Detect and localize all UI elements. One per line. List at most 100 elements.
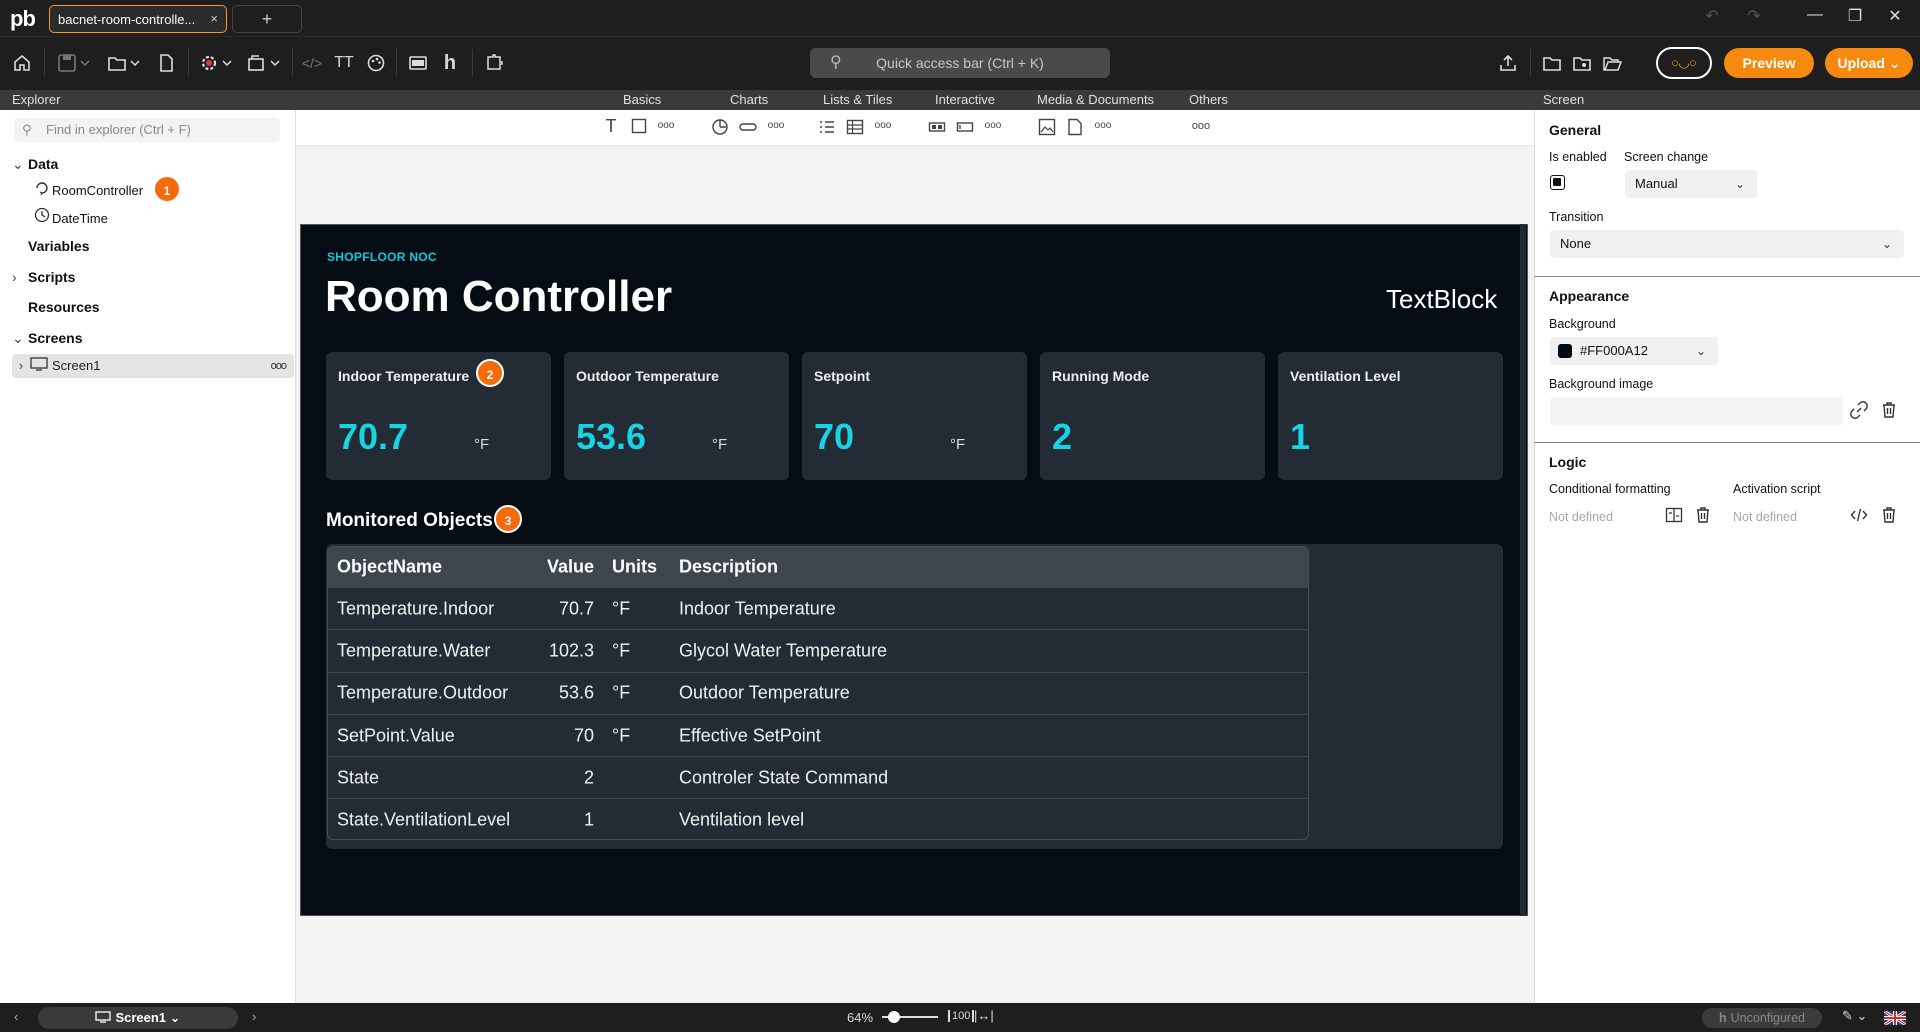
tree-section-resources[interactable]: Resources xyxy=(12,299,100,315)
more-lists-icon[interactable]: ooo xyxy=(870,120,896,131)
column-header[interactable]: ObjectName xyxy=(337,557,442,578)
background-color-select[interactable]: #FF000A12 ⌄ xyxy=(1550,337,1718,365)
tab-media-documents[interactable]: Media & Documents xyxy=(1037,92,1154,107)
tab-charts[interactable]: Charts xyxy=(730,92,768,107)
settings-alert-icon[interactable] xyxy=(196,49,236,77)
home-icon[interactable] xyxy=(8,49,36,77)
tab-close-icon[interactable]: × xyxy=(210,11,218,26)
table-widget-icon[interactable] xyxy=(842,116,868,141)
new-file-icon[interactable] xyxy=(152,49,180,77)
tab-lists-tiles[interactable]: Lists & Tiles xyxy=(823,92,892,107)
tab-basics[interactable]: Basics xyxy=(623,92,661,107)
tree-section-data[interactable]: ⌄ Data xyxy=(12,156,58,173)
list-widget-icon[interactable] xyxy=(814,116,840,141)
zoom-slider-thumb[interactable] xyxy=(888,1011,900,1023)
gauge-chart-icon[interactable] xyxy=(707,116,733,141)
tree-section-screens[interactable]: ⌄ Screens xyxy=(12,330,82,347)
plugin-icon[interactable] xyxy=(480,49,508,77)
h-integration-icon[interactable]: h xyxy=(436,49,464,77)
quick-access-bar[interactable]: ⚲ Quick access bar (Ctrl + K) xyxy=(810,48,1110,78)
preview-button[interactable]: Preview xyxy=(1724,48,1814,78)
assistant-bot-button[interactable]: ○◡○ xyxy=(1656,47,1712,79)
card-setpoint[interactable]: Setpoint 70 °F xyxy=(802,352,1027,480)
table-row[interactable]: Temperature.Indoor 70.7 °F Indoor Temper… xyxy=(328,587,1308,629)
undo-icon[interactable]: ↶ xyxy=(1697,6,1727,26)
textblock-widget[interactable]: TextBlock xyxy=(1386,284,1497,315)
tree-item-datetime[interactable]: DateTime xyxy=(34,207,108,226)
typography-icon[interactable]: TT xyxy=(330,49,358,77)
tree-item-screen1[interactable]: › Screen1 ooo xyxy=(12,354,294,378)
is-enabled-checkbox[interactable] xyxy=(1550,175,1565,190)
upload-button[interactable]: Upload ⌄ xyxy=(1825,48,1913,78)
table-row[interactable]: State 2 Controler State Command xyxy=(328,756,1308,798)
more-interactive-icon[interactable]: ooo xyxy=(980,120,1006,131)
screen-change-select[interactable]: Manual ⌄ xyxy=(1625,170,1757,198)
trash-icon[interactable] xyxy=(1692,506,1714,528)
restore-icon[interactable]: ❐ xyxy=(1840,6,1870,26)
tree-section-variables[interactable]: Variables xyxy=(12,238,90,254)
theme-palette-icon[interactable] xyxy=(362,49,390,77)
more-others-icon[interactable]: ooo xyxy=(1188,120,1214,132)
close-window-icon[interactable]: ✕ xyxy=(1880,6,1910,26)
open-folder-icon[interactable] xyxy=(104,49,144,77)
column-header[interactable]: Description xyxy=(679,557,778,578)
folder-shared-icon[interactable] xyxy=(1568,49,1596,77)
toggle-widget-icon[interactable] xyxy=(924,116,950,141)
trash-icon[interactable] xyxy=(1878,506,1900,528)
card-running-mode[interactable]: Running Mode 2 xyxy=(1040,352,1265,480)
table-row[interactable]: State.VentilationLevel 1 Ventilation lev… xyxy=(328,798,1308,839)
card-outdoor-temperature[interactable]: Outdoor Temperature 53.6 °F xyxy=(564,352,789,480)
code-icon[interactable] xyxy=(1848,506,1870,528)
tab-project[interactable]: bacnet-room-controlle... × xyxy=(49,5,227,33)
table-row[interactable]: SetPoint.Value 70 °F Effective SetPoint xyxy=(328,713,1308,756)
background-image-field[interactable] xyxy=(1550,397,1843,425)
folder-icon[interactable] xyxy=(1538,49,1566,77)
save-icon[interactable] xyxy=(54,49,94,77)
more-charts-icon[interactable]: ooo xyxy=(763,120,789,131)
chevron-right-icon[interactable]: › xyxy=(252,1009,256,1024)
table-row[interactable]: Temperature.Water 102.3 °F Glycol Water … xyxy=(328,629,1308,671)
redo-icon[interactable]: ↷ xyxy=(1739,6,1769,26)
fit-width-icon[interactable]: |↔| xyxy=(974,1008,994,1023)
more-options-icon[interactable]: ooo xyxy=(271,354,287,378)
link-icon[interactable] xyxy=(1848,401,1870,423)
tree-item-roomcontroller[interactable]: RoomController xyxy=(34,181,143,198)
code-icon[interactable]: </> xyxy=(298,49,326,77)
column-header[interactable]: Units xyxy=(612,557,657,578)
screen-scrollbar[interactable] xyxy=(1520,224,1526,916)
rectangle-widget-icon[interactable] xyxy=(626,116,652,139)
tab-interactive[interactable]: Interactive xyxy=(935,92,995,107)
chevron-left-icon[interactable]: ‹ xyxy=(14,1009,18,1024)
card-indoor-temperature[interactable]: Indoor Temperature 70.7 °F xyxy=(326,352,551,480)
tree-section-scripts[interactable]: › Scripts xyxy=(12,269,75,285)
page-title[interactable]: Room Controller xyxy=(325,272,672,322)
table-row[interactable]: Temperature.Outdoor 53.6 °F Outdoor Temp… xyxy=(328,671,1308,714)
pen-icon[interactable]: ✎ ⌄ xyxy=(1842,1008,1867,1024)
folder-open-icon[interactable] xyxy=(1598,49,1626,77)
card-ventilation-level[interactable]: Ventilation Level 1 xyxy=(1278,352,1503,480)
fit-100-button[interactable]: 100 xyxy=(948,1010,975,1022)
image-widget-icon[interactable] xyxy=(1034,116,1060,141)
data-source-icon[interactable] xyxy=(404,49,432,77)
export-icon[interactable] xyxy=(1494,49,1522,77)
column-header[interactable]: Value xyxy=(547,557,594,578)
transition-select[interactable]: None ⌄ xyxy=(1550,230,1904,258)
new-tab-button[interactable]: + xyxy=(232,5,302,33)
more-media-icon[interactable]: ooo xyxy=(1090,120,1116,131)
tab-others[interactable]: Others xyxy=(1189,92,1228,107)
section-title[interactable]: Monitored Objects xyxy=(326,510,493,532)
text-widget-icon[interactable]: T xyxy=(598,116,624,137)
more-basics-icon[interactable]: ooo xyxy=(653,120,679,131)
input-widget-icon[interactable] xyxy=(952,116,978,141)
explorer-search-input[interactable]: ⚲ Find in explorer (Ctrl + F) xyxy=(14,118,280,142)
uk-flag-icon[interactable] xyxy=(1883,1009,1907,1027)
chevron-right-icon[interactable]: › xyxy=(12,354,30,378)
monitored-objects-table[interactable]: ObjectName Value Units Description Tempe… xyxy=(327,546,1309,840)
screen-selector[interactable]: Screen1 ⌄ xyxy=(38,1007,238,1029)
conditional-format-icon[interactable] xyxy=(1663,506,1685,528)
slider-chart-icon[interactable] xyxy=(735,116,761,141)
pdf-widget-icon[interactable] xyxy=(1062,116,1088,141)
trash-icon[interactable] xyxy=(1878,401,1900,423)
minimize-icon[interactable]: — xyxy=(1800,6,1830,24)
deploy-icon[interactable] xyxy=(244,49,284,77)
